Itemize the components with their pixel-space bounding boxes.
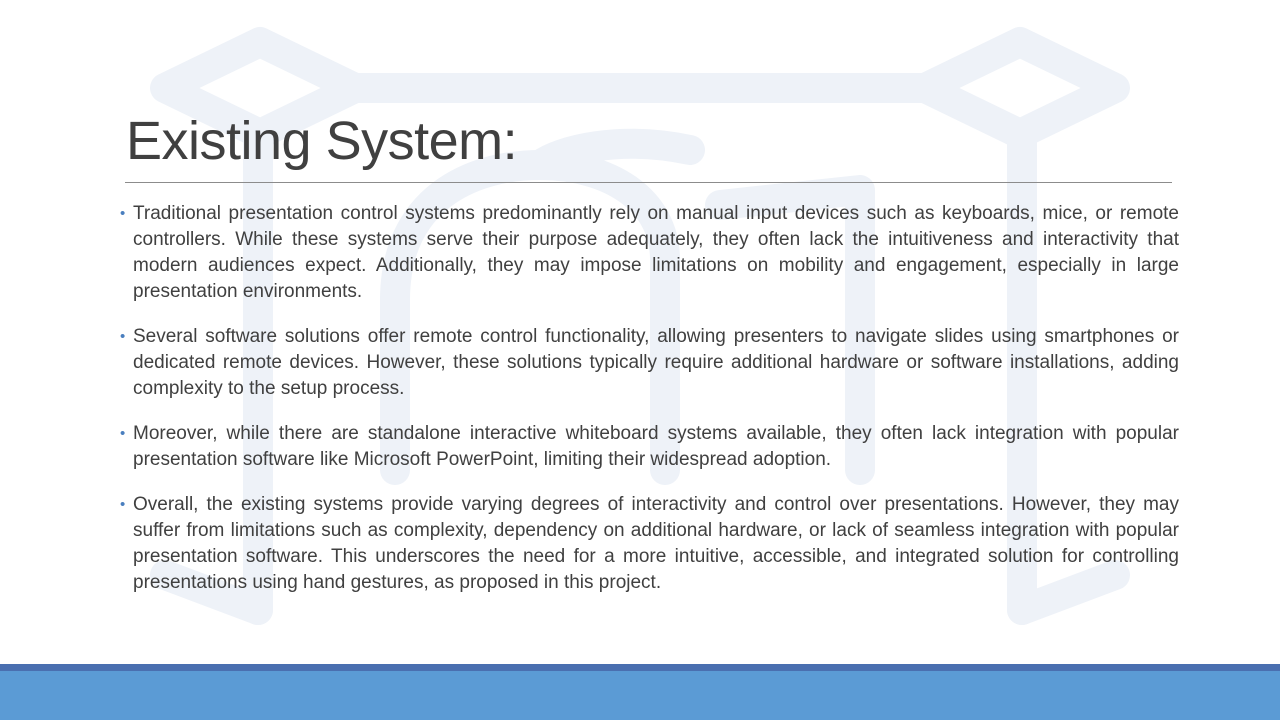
bullet-item: • Traditional presentation control syste… [120, 201, 1179, 305]
bullet-marker-icon: • [120, 496, 126, 513]
bullet-marker-icon: • [120, 328, 126, 345]
bullet-text: Several software solutions offer remote … [133, 326, 1179, 399]
bullet-text: Traditional presentation control systems… [133, 203, 1179, 302]
bullet-text: Overall, the existing systems provide va… [133, 494, 1179, 593]
footer-accent-line [0, 664, 1280, 671]
bullet-item: • Moreover, while there are standalone i… [120, 421, 1179, 473]
bullet-list: • Traditional presentation control syste… [120, 201, 1179, 615]
bullet-text: Moreover, while there are standalone int… [133, 423, 1179, 470]
footer-band [0, 664, 1280, 720]
bullet-item: • Several software solutions offer remot… [120, 324, 1179, 402]
bullet-item: • Overall, the existing systems provide … [120, 492, 1179, 596]
slide-title: Existing System: [126, 111, 518, 171]
bullet-marker-icon: • [120, 205, 126, 222]
title-divider [125, 182, 1172, 183]
bullet-marker-icon: • [120, 425, 126, 442]
slide: Existing System: • Traditional presentat… [0, 0, 1280, 720]
